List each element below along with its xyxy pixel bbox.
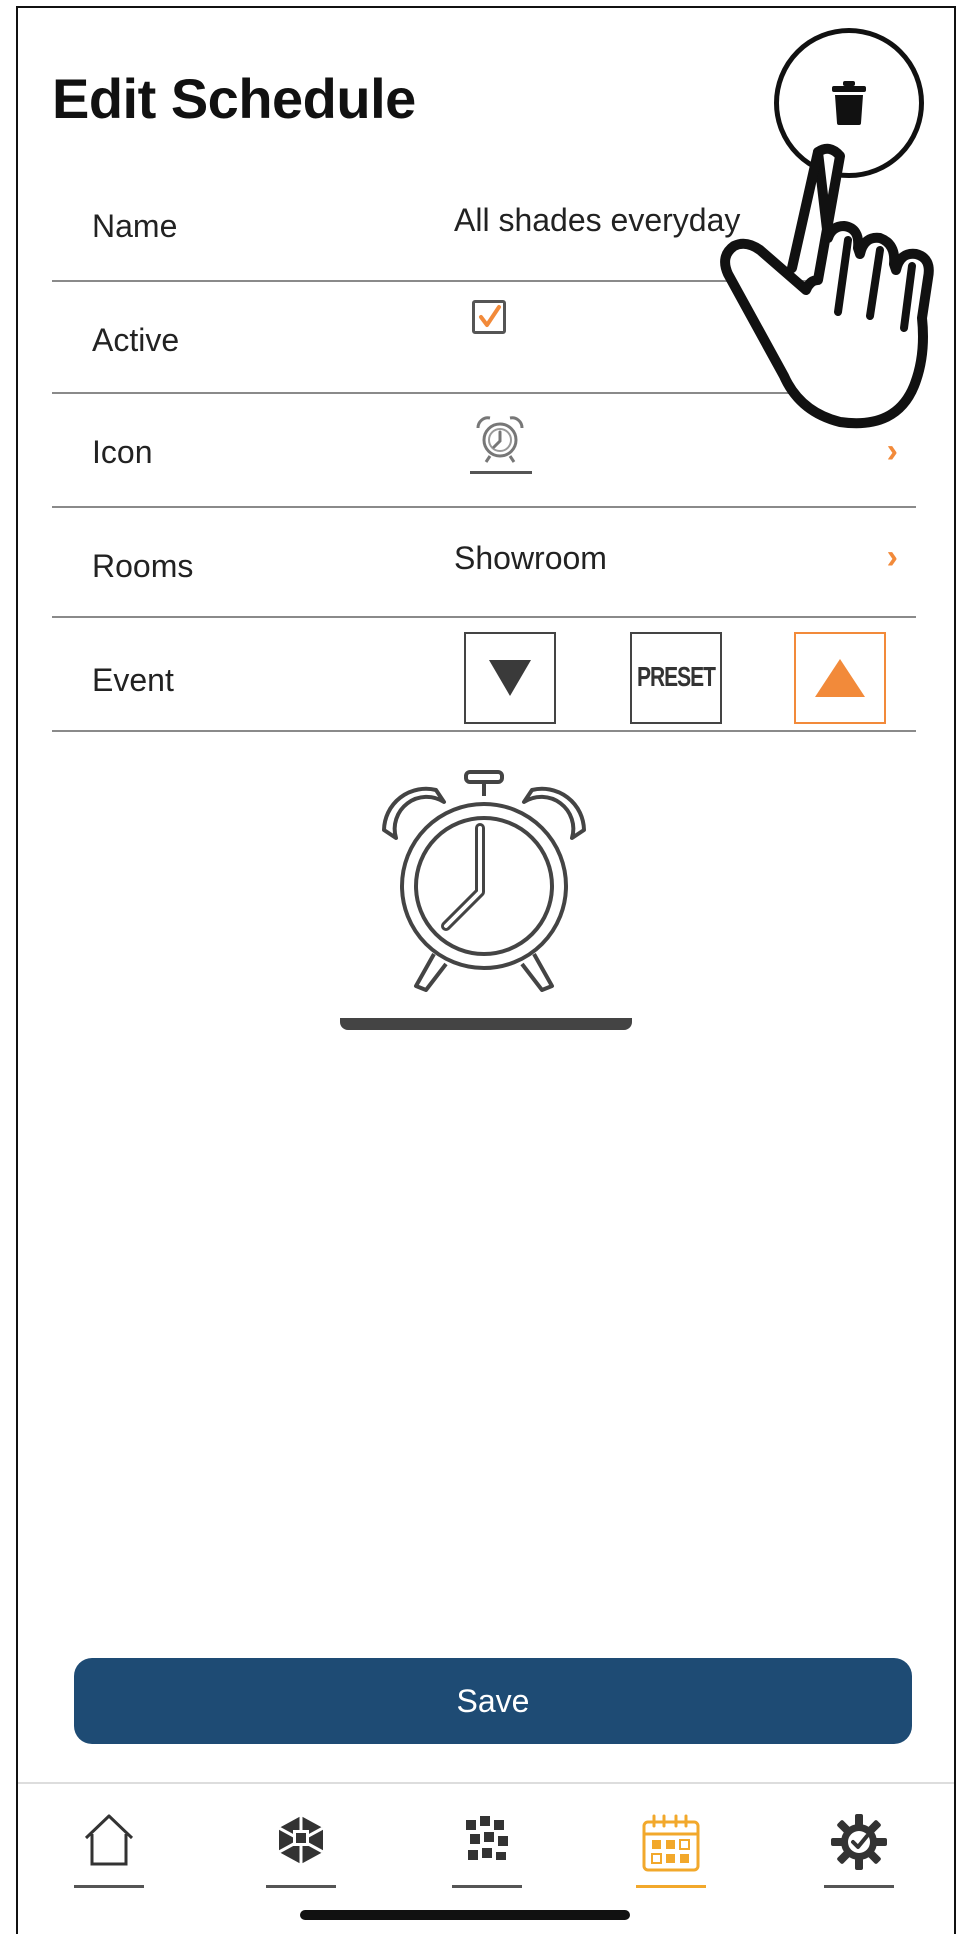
rooms-row[interactable]: Rooms Showroom › <box>52 508 916 618</box>
preview-underline <box>340 1018 632 1030</box>
tab-devices[interactable] <box>266 1812 336 1888</box>
active-label: Active <box>92 322 180 358</box>
alarm-clock-icon <box>476 416 524 463</box>
event-up-button[interactable] <box>794 632 886 724</box>
name-label: Name <box>92 208 178 244</box>
rooms-chevron-icon: › <box>886 538 898 576</box>
tab-scenes[interactable] <box>452 1812 522 1888</box>
active-checkbox[interactable] <box>472 300 506 334</box>
grid-icon <box>466 1816 508 1860</box>
calendar-icon <box>642 1814 700 1872</box>
tab-underline <box>636 1885 706 1888</box>
tab-underline <box>266 1885 336 1888</box>
name-row[interactable]: Name All shades everyday <box>52 158 916 282</box>
icon-preview[interactable] <box>470 412 532 474</box>
rooms-label: Rooms <box>92 548 194 584</box>
home-icon <box>84 1814 134 1866</box>
event-label: Event <box>92 662 174 698</box>
gear-check-icon <box>831 1814 887 1870</box>
event-preset-button[interactable]: PRESET <box>630 632 722 724</box>
tab-home[interactable] <box>74 1812 144 1888</box>
rooms-value: Showroom <box>454 540 607 576</box>
tab-underline <box>452 1885 522 1888</box>
triangle-down-icon <box>489 660 531 696</box>
tab-settings[interactable] <box>824 1812 894 1888</box>
home-indicator[interactable] <box>300 1910 630 1920</box>
icon-underline <box>470 471 532 474</box>
name-value[interactable]: All shades everyday <box>454 202 740 239</box>
triangle-up-icon <box>815 659 865 697</box>
tab-underline <box>74 1885 144 1888</box>
cube-icon <box>278 1816 324 1864</box>
delete-button[interactable] <box>774 28 924 178</box>
save-button[interactable]: Save <box>74 1658 912 1744</box>
active-row: Active <box>52 282 916 394</box>
alarm-clock-icon <box>382 770 586 992</box>
icon-label: Icon <box>92 434 153 470</box>
page-title: Edit Schedule <box>52 67 416 130</box>
trash-icon <box>832 81 866 125</box>
checkmark-icon <box>479 305 501 327</box>
event-down-button[interactable] <box>464 632 556 724</box>
event-row: Event PRESET <box>52 618 916 732</box>
app-screen: Edit Schedule Name All shades everyday A… <box>16 6 956 1934</box>
tab-schedules[interactable] <box>636 1812 706 1888</box>
icon-chevron-icon: › <box>886 432 898 470</box>
preset-label: PRESET <box>636 662 716 693</box>
icon-row[interactable]: Icon › <box>52 394 916 508</box>
tab-underline <box>824 1885 894 1888</box>
